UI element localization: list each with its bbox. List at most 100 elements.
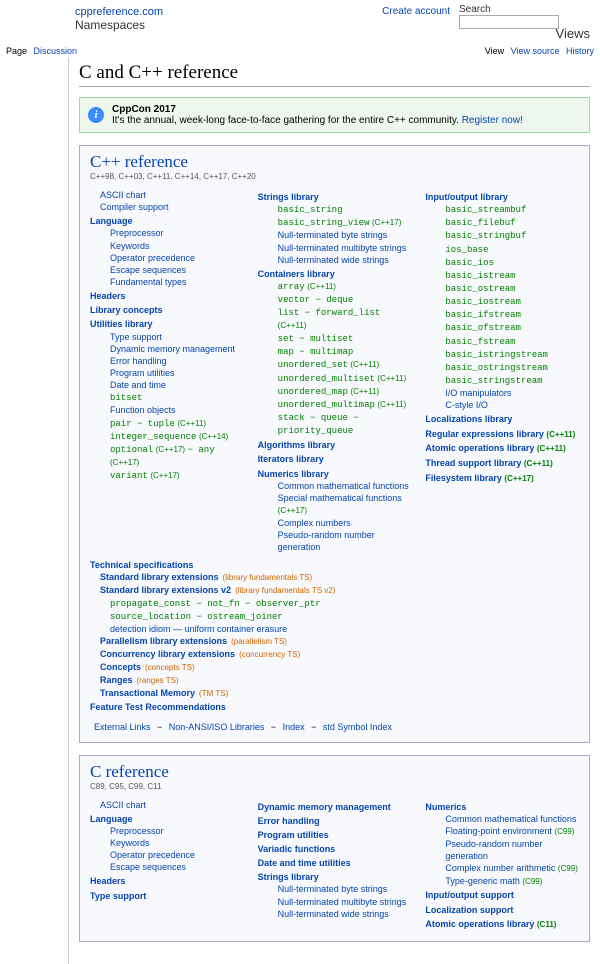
link-concepts[interactable]: Concepts [100, 662, 141, 672]
tab-history[interactable]: History [566, 46, 594, 56]
link-basic-string-view[interactable]: basic_string_view [278, 218, 370, 228]
link-prng[interactable]: Pseudo-random number generation [258, 529, 412, 553]
link-program-utilities[interactable]: Program utilities [90, 367, 244, 379]
c-link-language[interactable]: Language [90, 813, 244, 825]
link-non-ansi[interactable]: Non-ANSI/ISO Libraries [169, 722, 265, 732]
c-link-progutil[interactable]: Program utilities [258, 829, 412, 841]
link-uset[interactable]: unordered_set [278, 360, 348, 370]
link-umset[interactable]: unordered_multiset [278, 374, 375, 384]
link-filesystem[interactable]: Filesystem library [425, 473, 502, 483]
c-link-tgmath[interactable]: Type-generic math [445, 876, 520, 886]
c-link-complex[interactable]: Complex number arithmetic [445, 863, 555, 873]
c-link-prng[interactable]: Pseudo-random number generation [425, 838, 579, 862]
link-library-concepts[interactable]: Library concepts [90, 304, 244, 316]
cpp-reference-title[interactable]: C++ reference [90, 152, 579, 172]
link-basic-streambuf[interactable]: basic_streambuf [445, 205, 526, 215]
c-link-errh[interactable]: Error handling [258, 815, 412, 827]
link-stack-queue[interactable]: stack − queue − priority_queue [278, 413, 359, 436]
c-link-ascii[interactable]: ASCII chart [90, 799, 244, 811]
link-prop-const[interactable]: propagate_const − not_fn − observer_ptr [110, 599, 321, 609]
c-link-io[interactable]: Input/output support [425, 889, 579, 901]
link-std-symbol[interactable]: std Symbol Index [323, 722, 392, 732]
link-basic-string[interactable]: basic_string [278, 205, 343, 215]
c-link-numerics[interactable]: Numerics [425, 801, 579, 813]
c-link-common-math[interactable]: Common mathematical functions [425, 813, 579, 825]
link-io-library[interactable]: Input/output library [425, 191, 579, 203]
tab-page[interactable]: Page [6, 46, 27, 56]
link-localizations[interactable]: Localizations library [425, 413, 579, 425]
link-strings-library[interactable]: Strings library [258, 191, 412, 203]
link-ummap[interactable]: unordered_multimap [278, 400, 375, 410]
c-link-ntbs[interactable]: Null-terminated byte strings [258, 883, 412, 895]
link-compiler-support[interactable]: Compiler support [90, 201, 244, 213]
link-basic-ostringstream[interactable]: basic_ostringstream [445, 363, 548, 373]
tab-discussion[interactable]: Discussion [34, 46, 78, 56]
link-basic-iostream[interactable]: basic_iostream [445, 297, 521, 307]
link-numerics[interactable]: Numerics library [258, 468, 412, 480]
tab-view-source[interactable]: View source [511, 46, 560, 56]
link-language[interactable]: Language [90, 215, 244, 227]
link-common-math[interactable]: Common mathematical functions [258, 480, 412, 492]
link-concurrency[interactable]: Concurrency library extensions [100, 649, 235, 659]
link-basic-ifstream[interactable]: basic_ifstream [445, 310, 521, 320]
site-name-link[interactable]: cppreference.com [75, 6, 163, 18]
link-date-time[interactable]: Date and time [90, 379, 244, 391]
link-basic-ostream[interactable]: basic_ostream [445, 284, 515, 294]
link-basic-stringbuf[interactable]: basic_stringbuf [445, 231, 526, 241]
link-fundamental-types[interactable]: Fundamental types [90, 276, 244, 288]
link-lib-ext[interactable]: Standard library extensions [100, 572, 219, 582]
link-optional[interactable]: optional [110, 445, 153, 455]
link-feature-test[interactable]: Feature Test Recommendations [90, 701, 579, 713]
link-ntws[interactable]: Null-terminated wide strings [258, 254, 412, 266]
link-ntbs[interactable]: Null-terminated byte strings [258, 229, 412, 241]
c-link-fpe[interactable]: Floating-point environment [445, 826, 552, 836]
link-ntms[interactable]: Null-terminated multibyte strings [258, 242, 412, 254]
link-source-loc[interactable]: source_location − ostream_joiner [110, 612, 283, 622]
link-parallelism[interactable]: Parallelism library extensions [100, 636, 227, 646]
link-external[interactable]: External Links [94, 722, 151, 732]
link-utilities[interactable]: Utilities library [90, 318, 244, 330]
c-reference-title[interactable]: C reference [90, 762, 579, 782]
link-headers[interactable]: Headers [90, 290, 244, 302]
link-integer-sequence[interactable]: integer_sequence [110, 432, 196, 442]
link-containers[interactable]: Containers library [258, 268, 412, 280]
c-link-variadic[interactable]: Variadic functions [258, 843, 412, 855]
c-link-keywords[interactable]: Keywords [90, 837, 244, 849]
link-detection[interactable]: detection idiom — uniform container eras… [110, 624, 287, 634]
link-regex[interactable]: Regular expressions library [425, 429, 544, 439]
link-bitset[interactable]: bitset [110, 393, 142, 403]
link-cstyle-io[interactable]: C-style I/O [425, 399, 579, 411]
link-ranges[interactable]: Ranges [100, 675, 133, 685]
link-basic-filebuf[interactable]: basic_filebuf [445, 218, 515, 228]
link-umap[interactable]: unordered_map [278, 387, 348, 397]
link-basic-fstream[interactable]: basic_fstream [445, 337, 515, 347]
c-link-atomic[interactable]: Atomic operations library [425, 919, 534, 929]
link-error-handling[interactable]: Error handling [90, 355, 244, 367]
link-ascii-chart[interactable]: ASCII chart [90, 189, 244, 201]
link-tech-specs[interactable]: Technical specifications [90, 559, 579, 571]
c-link-ntws[interactable]: Null-terminated wide strings [258, 908, 412, 920]
link-any[interactable]: − any [188, 445, 215, 455]
link-dynamic-memory[interactable]: Dynamic memory management [90, 343, 244, 355]
c-link-datetime[interactable]: Date and time utilities [258, 857, 412, 869]
link-lib-ext-v2[interactable]: Standard library extensions v2 [100, 585, 231, 595]
link-io-manipulators[interactable]: I/O manipulators [425, 387, 579, 399]
link-algorithms[interactable]: Algorithms library [258, 439, 412, 451]
link-basic-stringstream[interactable]: basic_stringstream [445, 376, 542, 386]
link-function-objects[interactable]: Function objects [90, 404, 244, 416]
link-special-math[interactable]: Special mathematical functions [278, 493, 402, 503]
link-tm[interactable]: Transactional Memory [100, 688, 195, 698]
tab-view[interactable]: View [485, 46, 504, 56]
link-set[interactable]: set − multiset [278, 334, 354, 344]
c-link-type-support[interactable]: Type support [90, 890, 244, 902]
link-atomic[interactable]: Atomic operations library [425, 443, 534, 453]
c-link-headers[interactable]: Headers [90, 875, 244, 887]
c-link-ntms[interactable]: Null-terminated multibyte strings [258, 896, 412, 908]
link-iterators[interactable]: Iterators library [258, 453, 412, 465]
link-basic-ios[interactable]: basic_ios [445, 258, 494, 268]
create-account-link[interactable]: Create account [382, 6, 450, 17]
link-escape-sequences[interactable]: Escape sequences [90, 264, 244, 276]
link-operator-precedence[interactable]: Operator precedence [90, 252, 244, 264]
link-variant[interactable]: variant [110, 471, 148, 481]
link-map[interactable]: map − multimap [278, 347, 354, 357]
